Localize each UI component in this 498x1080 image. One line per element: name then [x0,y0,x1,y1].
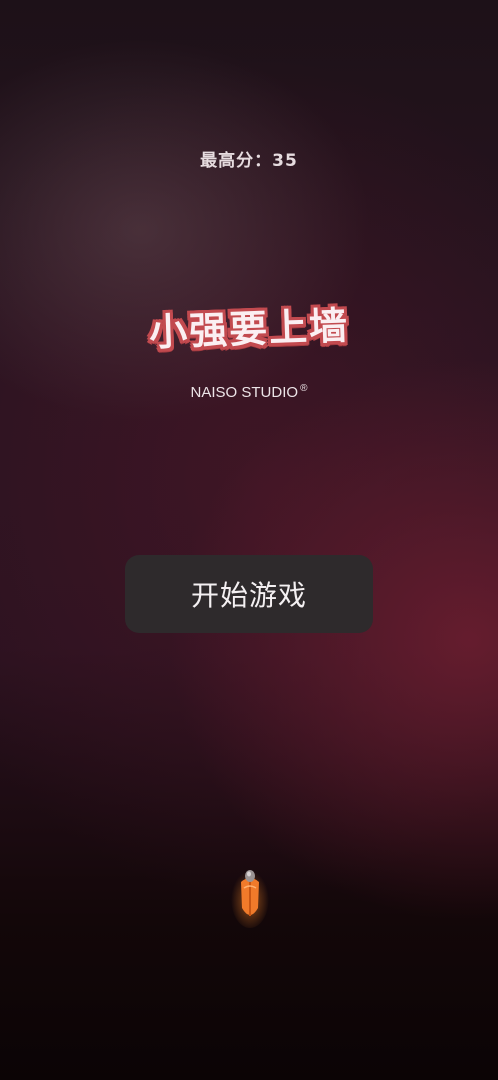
start-game-button[interactable]: 开始游戏 [125,555,373,633]
registered-mark: ® [300,383,308,394]
cockroach-sprite [231,868,269,928]
studio-credit: NAISO STUDIO ® [0,383,498,401]
game-screen: 最高分：35 小强要上墙 NAISO STUDIO ® 开始游戏 [0,0,498,1080]
cockroach-icon [230,858,270,930]
title-container: 小强要上墙 [0,298,498,355]
game-title: 小强要上墙 [148,303,350,355]
studio-name: NAISO STUDIO [190,384,299,401]
high-score-label: 最高分：35 [200,151,298,171]
